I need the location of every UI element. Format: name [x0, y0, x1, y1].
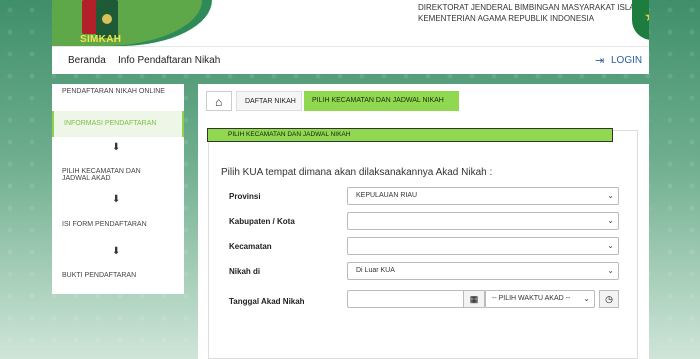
breadcrumb-daftar-nikah[interactable]: DAFTAR NIKAH	[236, 91, 302, 111]
site-header: SIMKAH DIREKTORAT JENDERAL BIMBINGAN MAS…	[52, 0, 649, 46]
brand-panel-inner	[52, 0, 202, 46]
instruction-text: Pilih KUA tempat dimana akan dilaksanaka…	[221, 167, 493, 178]
home-icon: ⌂	[215, 95, 223, 109]
form-card: PILIH KECAMATAN DAN JADWAL NIKAH Pilih K…	[207, 128, 638, 359]
brand-name: SIMKAH	[80, 34, 122, 45]
clock-icon[interactable]: ◷	[599, 290, 619, 308]
calendar-icon[interactable]: ▦	[463, 290, 485, 308]
arrow-down-icon: ⬇	[112, 246, 121, 257]
select-nikah-di[interactable]: Di Luar KUA ⌄	[347, 262, 619, 280]
chevron-down-icon: ⌄	[607, 241, 614, 250]
nav-info-pendaftaran-nikah[interactable]: Info Pendaftaran Nikah	[118, 55, 220, 66]
org-line-2: KEMENTERIAN AGAMA REPUBLIK INDONESIA	[418, 14, 595, 23]
label-kecamatan: Kecamatan	[229, 242, 272, 251]
step-bukti-pendaftaran[interactable]: BUKTI PENDAFTARAN	[52, 272, 184, 279]
select-waktu-akad-value: -- PILIH WAKTU AKAD --	[492, 295, 571, 302]
nav-beranda[interactable]: Beranda	[68, 55, 106, 66]
chevron-down-icon: ⌄	[583, 294, 590, 303]
arrow-down-icon: ⬇	[112, 142, 121, 153]
org-line-1: DIREKTORAT JENDERAL BIMBINGAN MASYARAKAT…	[418, 3, 642, 12]
step-informasi-pendaftaran[interactable]: INFORMASI PENDAFTARAN	[52, 111, 184, 137]
select-kecamatan[interactable]: ⌄	[347, 237, 619, 255]
label-nikah-di: Nikah di	[229, 267, 261, 276]
breadcrumb: ⌂ DAFTAR NIKAH PILIH KECAMATAN DAN JADWA…	[206, 91, 459, 111]
select-waktu-akad[interactable]: -- PILIH WAKTU AKAD -- ⌄	[485, 290, 595, 308]
login-icon[interactable]: ⇥	[595, 54, 604, 67]
arrow-down-icon: ⬇	[112, 194, 121, 205]
card-title: PILIH KECAMATAN DAN JADWAL NIKAH	[207, 128, 613, 142]
step-pilih-kecamatan[interactable]: PILIH KECAMATAN DAN JADWAL AKAD	[52, 168, 162, 182]
registration-steps-sidebar: PENDAFTARAN NIKAH ONLINE INFORMASI PENDA…	[52, 84, 184, 294]
star-icon: ★	[644, 8, 649, 25]
step-isi-form[interactable]: ISI FORM PENDAFTARAN	[52, 221, 184, 228]
select-nikah-di-value: Di Luar KUA	[356, 267, 395, 274]
select-kabupaten[interactable]: ⌄	[347, 212, 619, 230]
label-provinsi: Provinsi	[229, 192, 261, 201]
main-content: ⌂ DAFTAR NIKAH PILIH KECAMATAN DAN JADWA…	[198, 84, 649, 359]
step-pendaftaran-nikah-online[interactable]: PENDAFTARAN NIKAH ONLINE	[52, 88, 184, 95]
org-name: DIREKTORAT JENDERAL BIMBINGAN MASYARAKAT…	[418, 2, 641, 24]
login-link[interactable]: LOGIN	[611, 55, 642, 66]
select-provinsi[interactable]: KEPULAUAN RIAU ⌄	[347, 187, 619, 205]
chevron-down-icon: ⌄	[607, 191, 614, 200]
breadcrumb-home[interactable]: ⌂	[206, 91, 232, 111]
tanggal-akad-input[interactable]	[347, 290, 479, 308]
label-kabupaten: Kabupaten / Kota	[229, 217, 295, 226]
chevron-down-icon: ⌄	[607, 266, 614, 275]
top-navigation: Beranda Info Pendaftaran Nikah ⇥ LOGIN	[52, 46, 649, 74]
breadcrumb-pilih-kecamatan: PILIH KECAMATAN DAN JADWAL NIKAH	[304, 91, 459, 111]
emblem-icon	[102, 14, 112, 24]
label-tanggal-akad: Tanggal Akad Nikah	[229, 297, 305, 306]
chevron-down-icon: ⌄	[607, 216, 614, 225]
select-provinsi-value: KEPULAUAN RIAU	[356, 192, 418, 199]
